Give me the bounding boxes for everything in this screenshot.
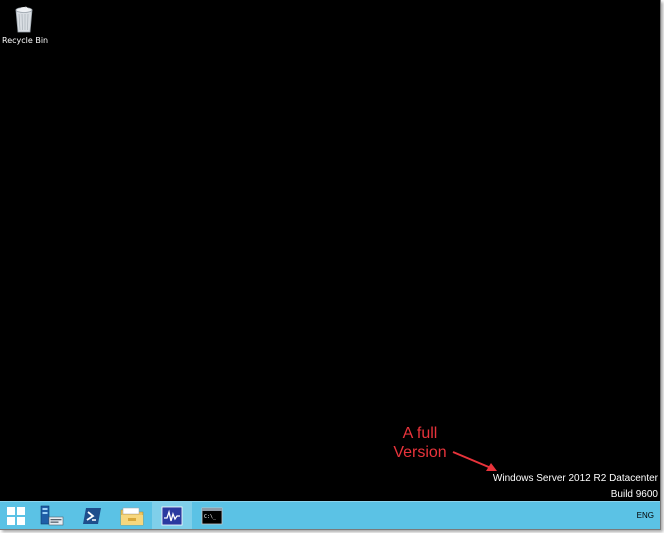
start-button[interactable] bbox=[0, 502, 32, 529]
annotation-line-2: Version bbox=[393, 444, 447, 461]
taskbar-file-explorer-button[interactable] bbox=[112, 502, 152, 529]
os-version-watermark: Windows Server 2012 R2 Datacenter Build … bbox=[493, 471, 658, 503]
language-indicator[interactable]: ENG bbox=[637, 511, 654, 520]
recycle-bin-label: Recycle Bin bbox=[2, 36, 49, 45]
watermark-edition: Windows Server 2012 R2 Datacenter bbox=[492, 473, 658, 484]
svg-text:C:\_: C:\_ bbox=[204, 514, 217, 520]
command-prompt-icon: C:\_ bbox=[201, 507, 223, 525]
taskbar-powershell-button[interactable] bbox=[72, 502, 112, 529]
powershell-icon bbox=[83, 508, 101, 524]
taskbar-server-manager-button[interactable] bbox=[32, 502, 72, 529]
server-manager-icon bbox=[40, 505, 64, 526]
recycle-bin-icon bbox=[15, 6, 33, 33]
recycle-bin-shortcut[interactable]: Recycle Bin bbox=[2, 4, 49, 45]
taskbar-performance-monitor-button[interactable] bbox=[152, 502, 192, 529]
performance-monitor-icon bbox=[161, 506, 183, 526]
annotation-line-1: A full bbox=[402, 425, 438, 442]
folder-icon bbox=[120, 507, 144, 526]
annotation-text: A full Version bbox=[378, 424, 462, 462]
windows-logo-icon bbox=[7, 507, 25, 525]
desktop: Recycle Bin A full Version Windows Serve… bbox=[0, 0, 661, 530]
taskbar: C:\_ ENG bbox=[0, 501, 660, 529]
taskbar-command-prompt-button[interactable]: C:\_ bbox=[192, 502, 232, 529]
